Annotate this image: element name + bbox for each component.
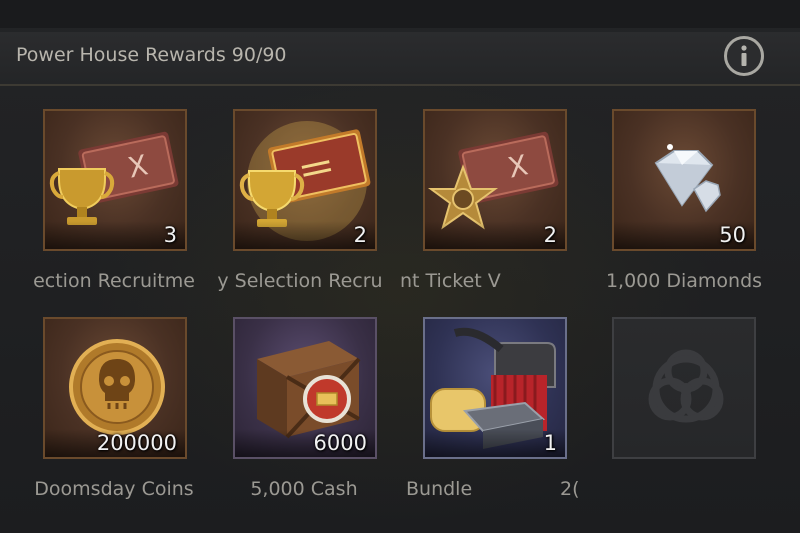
- reward-quantity: 50: [719, 223, 746, 247]
- biohazard-icon: [648, 349, 724, 423]
- reward-quantity: 200000: [96, 431, 177, 455]
- info-icon: [741, 45, 747, 66]
- reward-slot-1[interactable]: X 3: [43, 109, 187, 251]
- page-title: Power House Rewards 90/90: [16, 44, 287, 66]
- reward-label: 5,000 Cash: [250, 478, 358, 500]
- reward-slot-7[interactable]: 1: [423, 317, 567, 459]
- reward-quantity: 3: [163, 223, 177, 247]
- reward-slot-8[interactable]: [612, 317, 756, 459]
- reward-quantity: 6000: [313, 431, 367, 455]
- reward-slot-4[interactable]: 50: [612, 109, 756, 251]
- reward-label: Bundle: [406, 478, 473, 500]
- reward-label: ection Recruitme: [33, 270, 195, 292]
- rewards-panel: Power House Rewards 90/90 X 3 2 X 2 50 e…: [0, 0, 800, 533]
- reward-label: 2(: [560, 478, 580, 500]
- reward-label: nt Ticket V: [400, 270, 501, 292]
- reward-quantity: 2: [353, 223, 367, 247]
- reward-label: Doomsday Coins: [34, 478, 194, 500]
- reward-label: 1,000 Diamonds: [605, 270, 763, 292]
- reward-slot-6[interactable]: 6000: [233, 317, 377, 459]
- info-button[interactable]: [724, 36, 764, 76]
- reward-slot-3[interactable]: X 2: [423, 109, 567, 251]
- reward-slot-5[interactable]: 200000: [43, 317, 187, 459]
- reward-label: y Selection Recru: [217, 270, 383, 292]
- reward-slot-2[interactable]: 2: [233, 109, 377, 251]
- reward-quantity: 2: [543, 223, 557, 247]
- reward-quantity: 1: [543, 431, 557, 455]
- top-strip: [0, 0, 800, 28]
